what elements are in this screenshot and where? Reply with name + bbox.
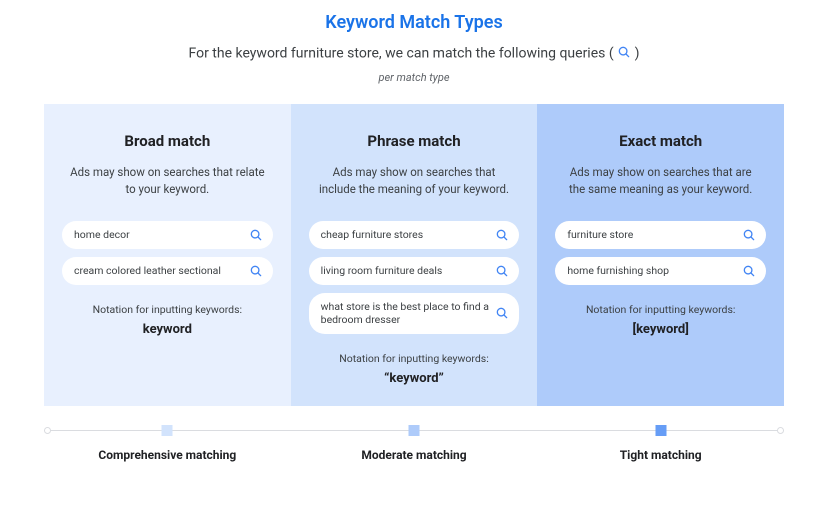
search-icon <box>742 228 756 242</box>
notation-value: [keyword] <box>555 322 766 337</box>
card-description: Ads may show on searches that relate to … <box>62 164 273 199</box>
card-broad-match: Broad match Ads may show on searches tha… <box>44 104 291 406</box>
pill-text: furniture store <box>567 228 633 242</box>
card-description: Ads may show on searches that are the sa… <box>555 164 766 199</box>
timeline-endpoint <box>44 427 51 434</box>
search-icon <box>495 306 509 320</box>
per-match-type-label: per match type <box>0 71 828 84</box>
notation-label: Notation for inputting keywords: <box>555 303 766 316</box>
search-icon <box>495 264 509 278</box>
pill-text: living room furniture deals <box>321 264 443 278</box>
card-phrase-match: Phrase match Ads may show on searches th… <box>291 104 538 406</box>
subtitle-pre: For the keyword furniture store, we can … <box>189 46 614 62</box>
page-title: Keyword Match Types <box>0 0 828 33</box>
example-pill: living room furniture deals <box>309 257 520 285</box>
notation-value: keyword <box>62 322 273 337</box>
example-pill: furniture store <box>555 221 766 249</box>
pill-text: home furnishing shop <box>567 264 669 278</box>
example-pill: home furnishing shop <box>555 257 766 285</box>
timeline-labels: Comprehensive matching Moderate matching… <box>44 448 784 462</box>
subtitle: For the keyword furniture store, we can … <box>0 45 828 63</box>
pill-text: cheap furniture stores <box>321 228 423 242</box>
example-pill: home decor <box>62 221 273 249</box>
notation-label: Notation for inputting keywords: <box>62 303 273 316</box>
search-icon <box>249 264 263 278</box>
timeline-label: Comprehensive matching <box>44 448 291 462</box>
notation-label: Notation for inputting keywords: <box>309 352 520 365</box>
example-pill: what store is the best place to find a b… <box>309 293 520 334</box>
card-exact-match: Exact match Ads may show on searches tha… <box>537 104 784 406</box>
card-title: Exact match <box>555 132 766 150</box>
timeline-marker <box>655 425 666 436</box>
timeline-marker <box>162 425 173 436</box>
search-icon <box>249 228 263 242</box>
pill-text: home decor <box>74 228 130 242</box>
search-icon <box>742 264 756 278</box>
example-pill: cream colored leather sectional <box>62 257 273 285</box>
search-icon <box>495 228 509 242</box>
card-title: Broad match <box>62 132 273 150</box>
cards-container: Broad match Ads may show on searches tha… <box>44 104 784 406</box>
subtitle-post: ) <box>635 46 640 62</box>
timeline <box>44 424 784 438</box>
card-title: Phrase match <box>309 132 520 150</box>
card-description: Ads may show on searches that include th… <box>309 164 520 199</box>
example-pill: cheap furniture stores <box>309 221 520 249</box>
timeline-marker <box>409 425 420 436</box>
pill-text: cream colored leather sectional <box>74 264 221 278</box>
timeline-label: Tight matching <box>537 448 784 462</box>
pill-text: what store is the best place to find a b… <box>321 300 490 327</box>
notation-value: “keyword” <box>309 371 520 386</box>
timeline-endpoint <box>777 427 784 434</box>
timeline-label: Moderate matching <box>291 448 538 462</box>
search-icon <box>617 45 631 63</box>
